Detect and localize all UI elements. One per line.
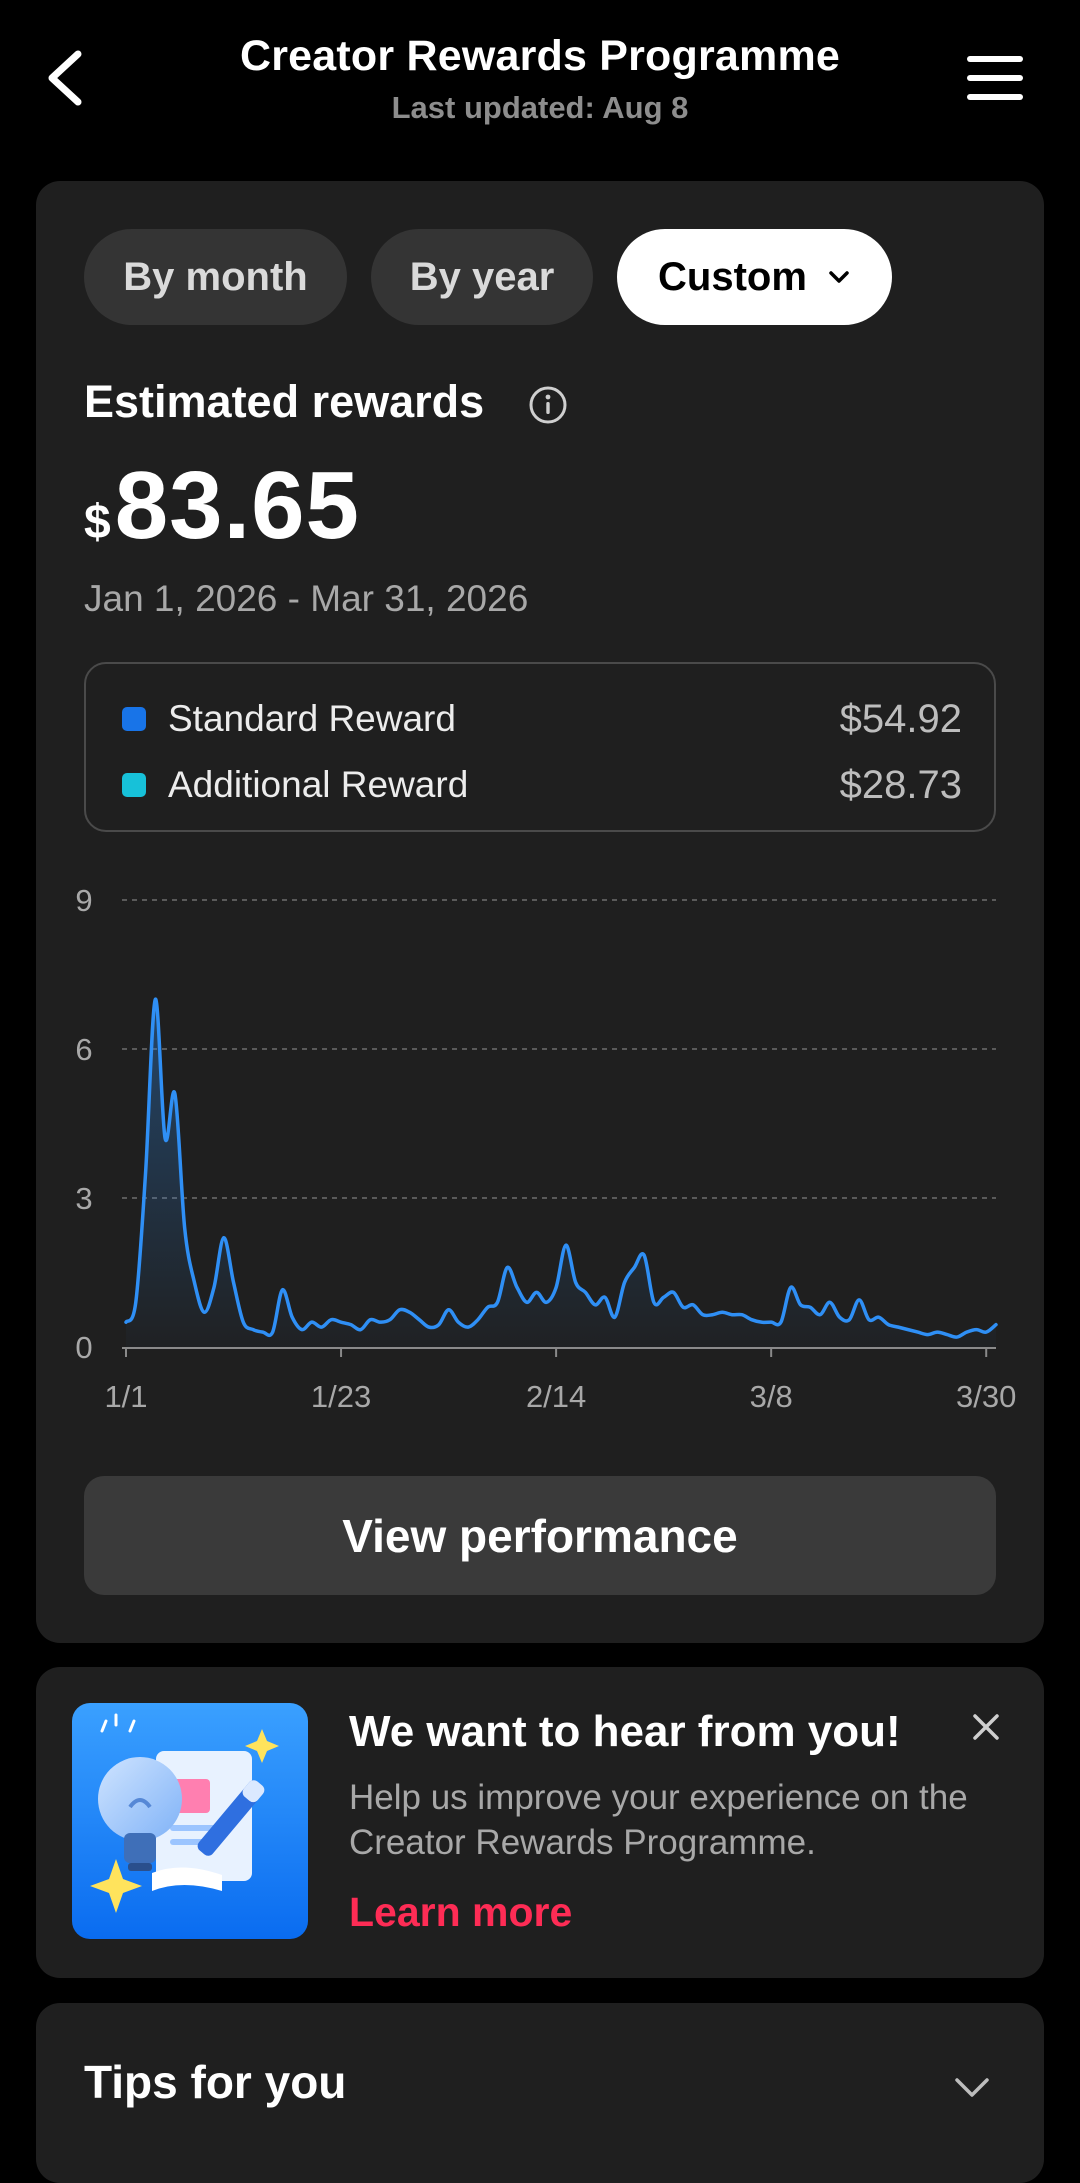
x-tick-label: 2/14 bbox=[526, 1379, 586, 1414]
view-performance-button[interactable]: View performance bbox=[84, 1476, 996, 1595]
legend-swatch bbox=[122, 773, 146, 797]
tab-label: Custom bbox=[658, 254, 807, 299]
lightbulb-illustration-icon bbox=[72, 1703, 308, 1939]
chevron-down-icon[interactable] bbox=[954, 2077, 990, 2099]
legend-swatch bbox=[122, 707, 146, 731]
legend-name: Standard Reward bbox=[168, 698, 456, 739]
reward-amount: $ 83.65 bbox=[84, 451, 360, 561]
legend-value: $54.92 bbox=[839, 696, 962, 741]
series-area bbox=[126, 999, 996, 1347]
feedback-body: Help us improve your experience on the C… bbox=[349, 1778, 968, 1862]
y-tick-label: 0 bbox=[75, 1330, 92, 1365]
amount-value: 83.65 bbox=[114, 452, 360, 559]
info-icon[interactable] bbox=[528, 385, 568, 425]
tab-label: By year bbox=[409, 254, 555, 299]
y-tick-label: 6 bbox=[75, 1032, 92, 1067]
hamburger-icon-line bbox=[967, 75, 1023, 81]
tab-by-year[interactable]: By year bbox=[371, 229, 593, 325]
feedback-title: We want to hear from you! bbox=[349, 1707, 901, 1756]
y-tick-label: 3 bbox=[75, 1181, 92, 1216]
feedback-card: We want to hear from you! Help us improv… bbox=[36, 1667, 1044, 1978]
learn-more-link[interactable]: Learn more bbox=[349, 1889, 572, 1936]
last-updated-text: Last updated: Aug 8 bbox=[391, 90, 689, 125]
tab-custom[interactable]: Custom bbox=[617, 229, 892, 325]
date-range: Jan 1, 2026 - Mar 31, 2026 bbox=[84, 578, 529, 619]
legend-item-additional: Additional Reward $28.73 bbox=[122, 760, 962, 810]
currency-symbol: $ bbox=[84, 496, 111, 549]
legend-item-standard: Standard Reward $54.92 bbox=[122, 694, 962, 744]
page-title: Creator Rewards Programme bbox=[239, 32, 841, 80]
legend-box: Standard Reward $54.92 Additional Reward… bbox=[84, 662, 996, 832]
tab-by-month[interactable]: By month bbox=[84, 229, 347, 325]
close-icon[interactable] bbox=[971, 1712, 1001, 1742]
y-tick-label: 9 bbox=[75, 883, 92, 918]
rewards-card: By month By year Custom Estimated reward… bbox=[36, 181, 1044, 1643]
feedback-illustration bbox=[72, 1703, 308, 1939]
menu-button[interactable] bbox=[965, 56, 1025, 100]
hamburger-icon bbox=[967, 56, 1023, 62]
x-tick-label: 3/30 bbox=[956, 1379, 1016, 1414]
legend-value: $28.73 bbox=[839, 762, 962, 807]
hamburger-icon-line bbox=[967, 94, 1023, 100]
tips-title: Tips for you bbox=[84, 2056, 347, 2108]
tab-label: By month bbox=[123, 254, 308, 299]
x-tick-label: 1/1 bbox=[104, 1379, 147, 1414]
tips-card[interactable]: Tips for you bbox=[36, 2003, 1044, 2183]
header: Creator Rewards Programme Last updated: … bbox=[0, 0, 1080, 160]
legend-name: Additional Reward bbox=[168, 764, 469, 805]
chevron-down-icon bbox=[829, 271, 849, 283]
x-tick-label: 1/23 bbox=[311, 1379, 371, 1414]
x-tick-label: 3/8 bbox=[750, 1379, 793, 1414]
series-line bbox=[124, 997, 998, 1339]
estimated-rewards-label: Estimated rewards bbox=[84, 376, 485, 427]
